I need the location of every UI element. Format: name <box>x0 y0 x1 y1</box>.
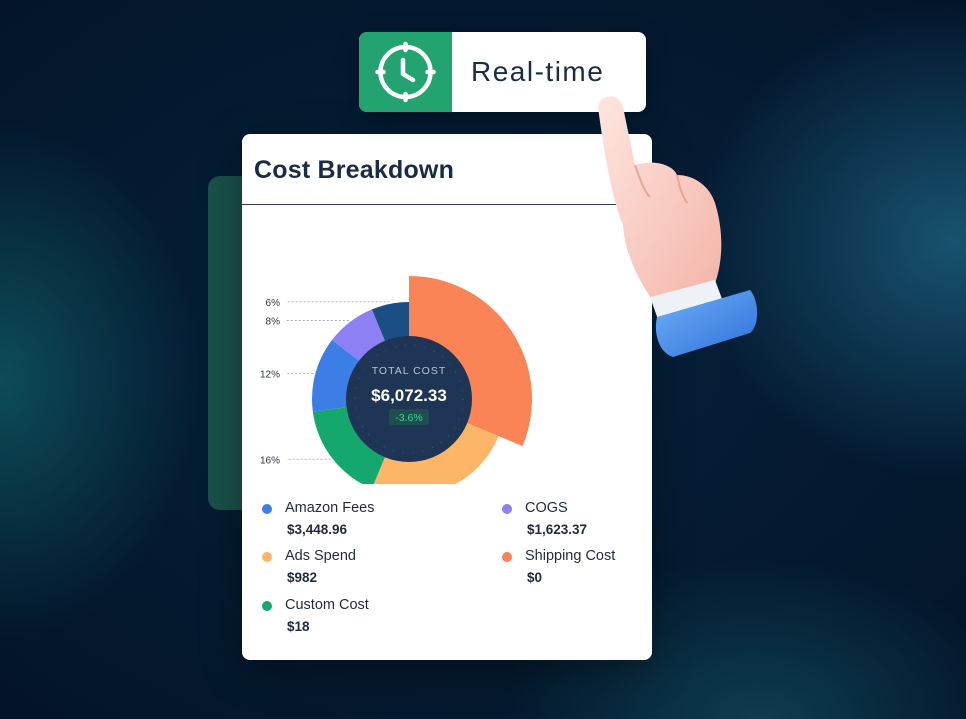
legend-dot <box>502 504 512 514</box>
legend-dot <box>502 552 512 562</box>
legend-label: Shipping Cost <box>525 548 616 564</box>
legend-dot <box>262 504 272 514</box>
legend-label: Custom Cost <box>285 597 369 613</box>
clock-icon <box>375 41 436 103</box>
legend-value: $3,448.96 <box>287 522 348 537</box>
legend-value: $0 <box>527 570 543 585</box>
pointing-hand-illustration <box>598 96 758 357</box>
legend-value: $982 <box>287 570 318 585</box>
legend-label: Ads Spend <box>285 548 356 564</box>
legend-value: $18 <box>287 619 310 634</box>
legend-dot <box>262 601 272 611</box>
legend-label: COGS <box>525 500 568 516</box>
realtime-icon-box <box>359 32 452 112</box>
legend-label: Amazon Fees <box>285 500 375 516</box>
realtime-label: Real-time <box>471 56 605 87</box>
legend-dot <box>262 552 272 562</box>
legend-value: $1,623.37 <box>527 522 588 537</box>
